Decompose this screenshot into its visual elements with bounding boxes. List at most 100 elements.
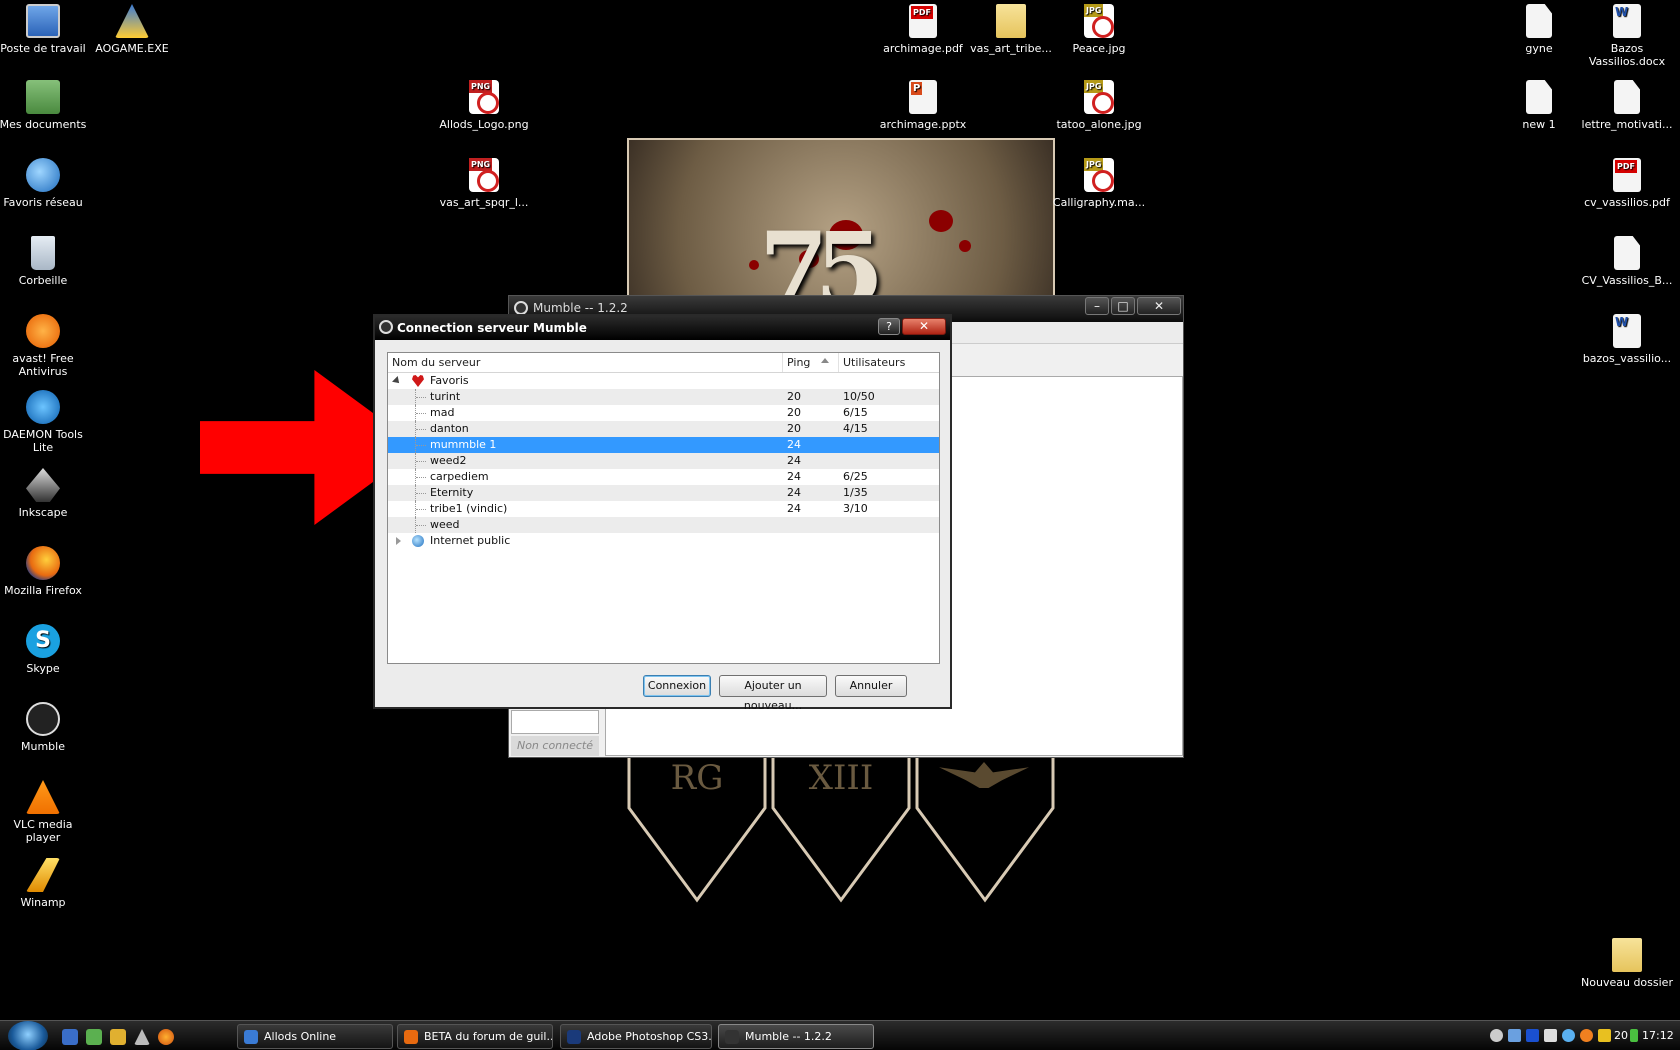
dialog-titlebar[interactable]: Connection serveur Mumble ? ✕ [375,316,950,340]
desktop-icon-mumble[interactable]: Mumble [0,702,91,753]
desktop-icon-daemon-tools[interactable]: DAEMON Tools Lite [0,390,91,454]
volume-icon[interactable] [1544,1029,1557,1042]
minimize-button[interactable]: – [1085,297,1109,315]
server-tree-header: Nom du serveur Ping Utilisateurs [388,353,939,373]
cancel-button[interactable]: Annuler [835,675,907,697]
column-header-name[interactable]: Nom du serveur [388,353,783,372]
taskbar-button[interactable]: Adobe Photoshop CS3... [560,1024,712,1049]
taskbar-button[interactable]: Allods Online [237,1024,393,1049]
desktop-icon-bazos-docx[interactable]: Bazos Vassilios.docx [1579,4,1675,68]
start-button[interactable] [8,1021,48,1050]
server-row[interactable]: weed [388,517,939,533]
desktop-icon-vas-art-spqr[interactable]: vas_art_spqr_l... [436,158,532,209]
server-row[interactable]: danton 20 4/15 [388,421,939,437]
desktop-icon-vas-art-tribe[interactable]: vas_art_tribe... [963,4,1059,55]
server-users: 10/50 [843,390,875,403]
winamp-icon[interactable] [110,1029,126,1045]
server-row[interactable]: weed2 24 [388,453,939,469]
tree-category-label: Favoris [430,374,469,387]
server-row[interactable]: Eternity 24 1/35 [388,485,939,501]
collapsed-arrow-icon[interactable] [396,537,401,545]
server-row[interactable]: mummble 1 24 [388,437,939,453]
jpg-file-icon [1084,80,1114,114]
server-row[interactable]: carpediem 24 6/25 [388,469,939,485]
desktop-icon-cv-b[interactable]: CV_Vassilios_B... [1579,236,1675,287]
folder-icon [996,4,1026,38]
desktop-icon-avast[interactable]: avast! Free Antivirus [0,314,91,378]
docx-file-icon [1613,314,1641,348]
desktop-icon-cv-pdf[interactable]: cv_vassilios.pdf [1579,158,1675,209]
clock[interactable]: 17:12 [1642,1029,1674,1042]
network-icon [26,158,60,192]
expand-arrow-icon[interactable] [392,376,402,386]
weather-icon[interactable] [1598,1029,1611,1042]
server-row[interactable]: tribe1 (vindic) 24 3/10 [388,501,939,517]
desktop-icon-label: Mumble [21,740,65,753]
desktop-icon-new1[interactable]: new 1 [1491,80,1587,131]
server-row[interactable]: mad 20 6/15 [388,405,939,421]
desktop-icon-network[interactable]: Favoris réseau [0,158,91,209]
desktop-icon-recycle-bin[interactable]: Corbeille [0,236,91,287]
pptx-file-icon [909,80,937,114]
show-desktop-icon[interactable] [62,1029,78,1045]
dialog-close-button[interactable]: ✕ [902,318,946,335]
desktop-icon-archimage-pdf[interactable]: archimage.pdf [875,4,971,55]
desktop-icon-winamp[interactable]: Winamp [0,858,91,909]
desktop-icon-vlc[interactable]: VLC media player [0,780,91,844]
desktop-icon-label: Corbeille [18,274,68,287]
taskbar-button[interactable]: BETA du forum de guil... [397,1024,553,1049]
status-icon[interactable] [1630,1029,1638,1042]
desktop-icon-documents[interactable]: Mes documents [0,80,91,131]
documents-icon [26,80,60,114]
desktop-icon-inkscape[interactable]: Inkscape [0,468,91,519]
tree-guide-line [416,461,426,462]
server-connect-dialog[interactable]: Connection serveur Mumble ? ✕ Nom du ser… [373,314,952,712]
connect-button[interactable]: Connexion [643,675,711,697]
folder-icon [1612,938,1642,972]
messenger-icon[interactable] [86,1029,102,1045]
tree-category-public[interactable]: Internet public [388,533,939,549]
system-tray: 20 17:12 [1488,1021,1680,1050]
desktop-icon-bazos-vassilio[interactable]: bazos_vassilio... [1579,314,1675,365]
close-button[interactable]: ✕ [1137,297,1181,315]
message-input[interactable] [511,710,599,734]
desktop-icon-archimage-pptx[interactable]: archimage.pptx [875,80,971,131]
desktop-icon-allods-logo[interactable]: Allods_Logo.png [436,80,532,131]
taskbar-button[interactable]: Mumble -- 1.2.2 [718,1024,874,1049]
desktop-icon-skype[interactable]: S Skype [0,624,91,675]
column-header-users[interactable]: Utilisateurs [839,353,939,372]
firefox-icon [26,546,60,580]
add-server-button[interactable]: Ajouter un nouveau... [719,675,827,712]
avast-icon[interactable] [1580,1029,1593,1042]
photoshop-icon [567,1030,581,1044]
network-icon[interactable] [1508,1029,1521,1042]
desktop-icon-peace-jpg[interactable]: Peace.jpg [1051,4,1147,55]
desktop-icon-computer[interactable]: Poste de travail [0,4,91,55]
tree-category-label: Internet public [430,534,511,547]
help-button[interactable]: ? [878,318,900,335]
firefox-icon[interactable] [158,1029,174,1045]
desktop-icon-lettre[interactable]: lettre_motivati... [1579,80,1675,131]
inkscape-icon[interactable] [134,1029,150,1045]
desktop-icon-firefox[interactable]: Mozilla Firefox [0,546,91,597]
mumble-icon[interactable] [1490,1029,1503,1042]
server-name: danton [430,422,469,435]
server-users: 3/10 [843,502,868,515]
server-name: carpediem [430,470,489,483]
column-header-ping[interactable]: Ping [783,353,839,372]
media-player-icon[interactable] [1526,1029,1539,1042]
desktop-icon-calligraphy[interactable]: Calligraphy.ma... [1051,158,1147,209]
desktop-icon-nouveau-dossier[interactable]: Nouveau dossier [1579,938,1675,989]
desktop-icon-tatoo-alone[interactable]: tatoo_alone.jpg [1051,80,1147,131]
maximize-button[interactable]: □ [1111,297,1135,315]
server-tree[interactable]: Nom du serveur Ping Utilisateurs Favoris… [387,352,940,664]
jpg-file-icon [1084,4,1114,38]
server-row[interactable]: turint 20 10/50 [388,389,939,405]
daemon-tools-icon[interactable] [1562,1029,1575,1042]
desktop-icon-gyne[interactable]: gyne [1491,4,1587,55]
tree-guide-line [416,509,426,510]
desktop-icon-aogame[interactable]: AOGAME.EXE [84,4,180,55]
tree-guide-line [416,493,426,494]
desktop-icon-label: Calligraphy.ma... [1052,196,1146,209]
tree-category-favorites[interactable]: Favoris [388,373,939,389]
